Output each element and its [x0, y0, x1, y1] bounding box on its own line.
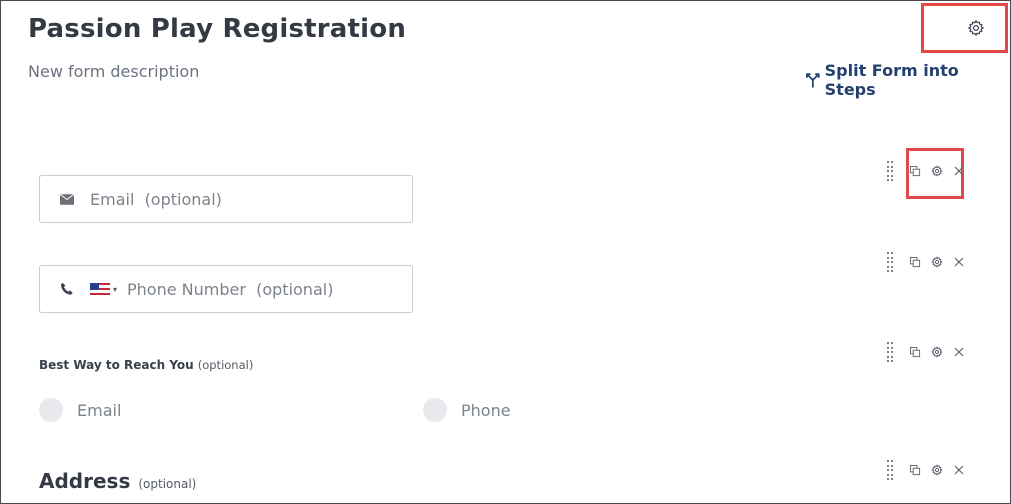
close-icon[interactable]: [953, 464, 965, 476]
drag-handle-icon[interactable]: [887, 252, 895, 272]
best-way-to-reach-label: Best Way to Reach You (optional): [39, 358, 254, 372]
reach-row-actions: [887, 342, 975, 362]
phone-row-actions: [887, 252, 975, 272]
phone-placeholder: Phone Number (optional): [127, 279, 334, 299]
highlight-box-form-settings: [921, 3, 1008, 53]
close-icon[interactable]: [953, 165, 965, 177]
close-icon[interactable]: [953, 256, 965, 268]
email-field[interactable]: Email (optional): [39, 175, 413, 223]
copy-icon[interactable]: [909, 464, 921, 476]
radio-label-phone: Phone: [461, 400, 511, 420]
gear-icon[interactable]: [931, 256, 943, 268]
envelope-icon: [60, 192, 74, 206]
form-title[interactable]: Passion Play Registration: [28, 14, 406, 44]
close-icon[interactable]: [953, 346, 965, 358]
gear-icon[interactable]: [931, 464, 943, 476]
copy-icon[interactable]: [909, 256, 921, 268]
split-form-into-steps-link[interactable]: Split Form into Steps: [805, 61, 1011, 99]
gear-icon[interactable]: [931, 346, 943, 358]
copy-icon[interactable]: [909, 165, 921, 177]
address-label: Address (optional): [39, 469, 197, 493]
drag-handle-icon[interactable]: [887, 161, 895, 181]
split-link-label: Split Form into Steps: [824, 61, 959, 99]
phone-field[interactable]: ▾ Phone Number (optional): [39, 265, 413, 313]
us-flag-icon[interactable]: [90, 282, 110, 296]
radio-circle[interactable]: [39, 398, 63, 422]
form-description[interactable]: New form description: [28, 62, 199, 81]
radio-option-email[interactable]: Email: [39, 398, 121, 422]
drag-handle-icon[interactable]: [887, 342, 895, 362]
drag-handle-icon[interactable]: [887, 460, 895, 480]
gear-icon[interactable]: [931, 165, 943, 177]
radio-circle[interactable]: [423, 398, 447, 422]
country-dropdown-caret-icon[interactable]: ▾: [113, 285, 117, 294]
radio-label-email: Email: [77, 400, 122, 420]
email-placeholder: Email (optional): [90, 189, 222, 209]
gear-icon[interactable]: [967, 19, 985, 37]
copy-icon[interactable]: [909, 346, 921, 358]
address-row-actions: [887, 460, 975, 480]
email-row-actions: [887, 161, 975, 181]
split-icon: [806, 73, 820, 88]
phone-icon: [60, 282, 74, 296]
radio-option-phone[interactable]: Phone: [423, 398, 511, 422]
